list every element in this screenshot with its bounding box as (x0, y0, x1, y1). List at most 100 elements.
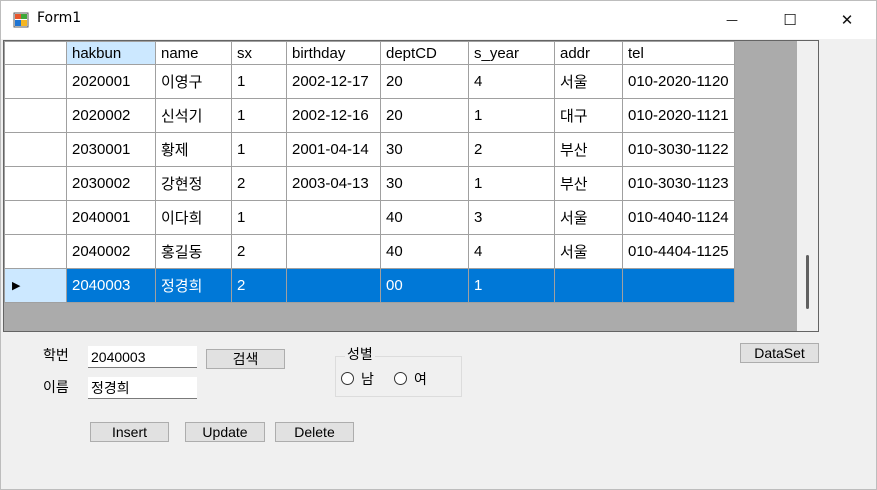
name-label: 이름 (43, 380, 69, 396)
cell-birthday[interactable]: 2001-04-14 (286, 132, 381, 167)
table-row[interactable]: 2020002 신석기 1 2002-12-16 20 1 대구 010-202… (4, 98, 735, 133)
cell-s-year[interactable]: 3 (468, 200, 555, 235)
cell-deptcd[interactable]: 40 (380, 234, 469, 269)
cell-hakbun[interactable]: 2040001 (66, 200, 156, 235)
cell-s-year[interactable]: 4 (468, 234, 555, 269)
male-radio-label[interactable]: 남 (361, 369, 374, 389)
row-header[interactable] (4, 166, 67, 201)
column-header-birthday[interactable]: birthday (286, 41, 381, 65)
cell-addr[interactable]: 대구 (554, 98, 623, 133)
cell-hakbun[interactable]: 2030001 (66, 132, 156, 167)
column-header-s-year[interactable]: s_year (468, 41, 555, 65)
cell-tel[interactable]: 010-3030-1122 (622, 132, 735, 167)
cell-addr[interactable]: 부산 (554, 132, 623, 167)
cell-name[interactable]: 황제 (155, 132, 232, 167)
row-header-current[interactable]: ▶ (4, 268, 67, 303)
cell-hakbun[interactable]: 2020002 (66, 98, 156, 133)
cell-s-year[interactable]: 4 (468, 64, 555, 99)
name-input[interactable] (88, 377, 197, 399)
row-header[interactable] (4, 132, 67, 167)
cell-birthday[interactable]: 2002-12-17 (286, 64, 381, 99)
cell-name[interactable]: 강현정 (155, 166, 232, 201)
column-header-tel[interactable]: tel (622, 41, 735, 65)
cell-tel[interactable]: 010-2020-1120 (622, 64, 735, 99)
cell-sx[interactable]: 2 (231, 234, 287, 269)
cell-addr[interactable] (554, 268, 623, 303)
column-header-hakbun[interactable]: hakbun (66, 41, 156, 65)
cell-sx[interactable]: 1 (231, 64, 287, 99)
cell-deptcd[interactable]: 00 (380, 268, 469, 303)
cell-sx[interactable]: 1 (231, 200, 287, 235)
cell-s-year[interactable]: 1 (468, 98, 555, 133)
cell-tel[interactable]: 010-2020-1121 (622, 98, 735, 133)
cell-deptcd[interactable]: 30 (380, 132, 469, 167)
cell-s-year[interactable]: 1 (468, 268, 555, 303)
scrollbar-thumb[interactable] (806, 255, 809, 309)
cell-name[interactable]: 홍길동 (155, 234, 232, 269)
cell-addr[interactable]: 부산 (554, 166, 623, 201)
cell-addr[interactable]: 서울 (554, 64, 623, 99)
table-row-selected[interactable]: ▶ 2040003 정경희 2 00 1 (4, 268, 735, 303)
cell-birthday[interactable] (286, 234, 381, 269)
maximize-button[interactable]: ☐ (761, 1, 819, 39)
cell-hakbun[interactable]: 2020001 (66, 64, 156, 99)
cell-deptcd[interactable]: 30 (380, 166, 469, 201)
row-header[interactable] (4, 64, 67, 99)
cell-s-year[interactable]: 2 (468, 132, 555, 167)
row-header-corner[interactable] (4, 41, 67, 65)
table-row[interactable]: 2020001 이영구 1 2002-12-17 20 4 서울 010-202… (4, 64, 735, 99)
column-header-name[interactable]: name (155, 41, 232, 65)
column-header-sx[interactable]: sx (231, 41, 287, 65)
delete-button[interactable]: Delete (275, 422, 354, 442)
form-window: Form1 — ☐ ✕ hakbun name sx birthday dept… (0, 0, 877, 490)
cell-hakbun[interactable]: 2040002 (66, 234, 156, 269)
title-bar: Form1 — ☐ ✕ (1, 1, 876, 39)
cell-deptcd[interactable]: 20 (380, 64, 469, 99)
cell-birthday[interactable]: 2002-12-16 (286, 98, 381, 133)
row-header[interactable] (4, 98, 67, 133)
cell-hakbun[interactable]: 2040003 (66, 268, 156, 303)
male-radio[interactable] (341, 372, 354, 385)
hakbun-input[interactable] (88, 346, 197, 368)
cell-deptcd[interactable]: 40 (380, 200, 469, 235)
cell-sx[interactable]: 2 (231, 268, 287, 303)
vertical-scrollbar[interactable] (797, 41, 818, 331)
cell-tel[interactable] (622, 268, 735, 303)
table-row[interactable]: 2030002 강현정 2 2003-04-13 30 1 부산 010-303… (4, 166, 735, 201)
cell-tel[interactable]: 010-3030-1123 (622, 166, 735, 201)
column-header-deptcd[interactable]: deptCD (380, 41, 469, 65)
insert-button[interactable]: Insert (90, 422, 169, 442)
cell-sx[interactable]: 2 (231, 166, 287, 201)
cell-name[interactable]: 이다희 (155, 200, 232, 235)
cell-s-year[interactable]: 1 (468, 166, 555, 201)
cell-birthday[interactable] (286, 268, 381, 303)
row-header[interactable] (4, 234, 67, 269)
data-grid-view[interactable]: hakbun name sx birthday deptCD s_year ad… (3, 40, 819, 332)
cell-sx[interactable]: 1 (231, 98, 287, 133)
cell-name[interactable]: 신석기 (155, 98, 232, 133)
cell-addr[interactable]: 서울 (554, 234, 623, 269)
close-icon: ✕ (840, 11, 854, 29)
cell-hakbun[interactable]: 2030002 (66, 166, 156, 201)
table-row[interactable]: 2040002 홍길동 2 40 4 서울 010-4404-1125 (4, 234, 735, 269)
search-button[interactable]: 검색 (206, 349, 285, 369)
cell-name[interactable]: 이영구 (155, 64, 232, 99)
row-header[interactable] (4, 200, 67, 235)
cell-name[interactable]: 정경희 (155, 268, 232, 303)
dataset-button[interactable]: DataSet (740, 343, 819, 363)
cell-birthday[interactable] (286, 200, 381, 235)
table-row[interactable]: 2030001 황제 1 2001-04-14 30 2 부산 010-3030… (4, 132, 735, 167)
cell-tel[interactable]: 010-4040-1124 (622, 200, 735, 235)
female-radio-label[interactable]: 여 (414, 369, 427, 389)
cell-birthday[interactable]: 2003-04-13 (286, 166, 381, 201)
table-row[interactable]: 2040001 이다희 1 40 3 서울 010-4040-1124 (4, 200, 735, 235)
update-button[interactable]: Update (185, 422, 265, 442)
cell-sx[interactable]: 1 (231, 132, 287, 167)
cell-tel[interactable]: 010-4404-1125 (622, 234, 735, 269)
cell-addr[interactable]: 서울 (554, 200, 623, 235)
close-button[interactable]: ✕ (818, 1, 876, 39)
minimize-button[interactable]: — (703, 1, 761, 39)
cell-deptcd[interactable]: 20 (380, 98, 469, 133)
column-header-addr[interactable]: addr (554, 41, 623, 65)
female-radio[interactable] (394, 372, 407, 385)
